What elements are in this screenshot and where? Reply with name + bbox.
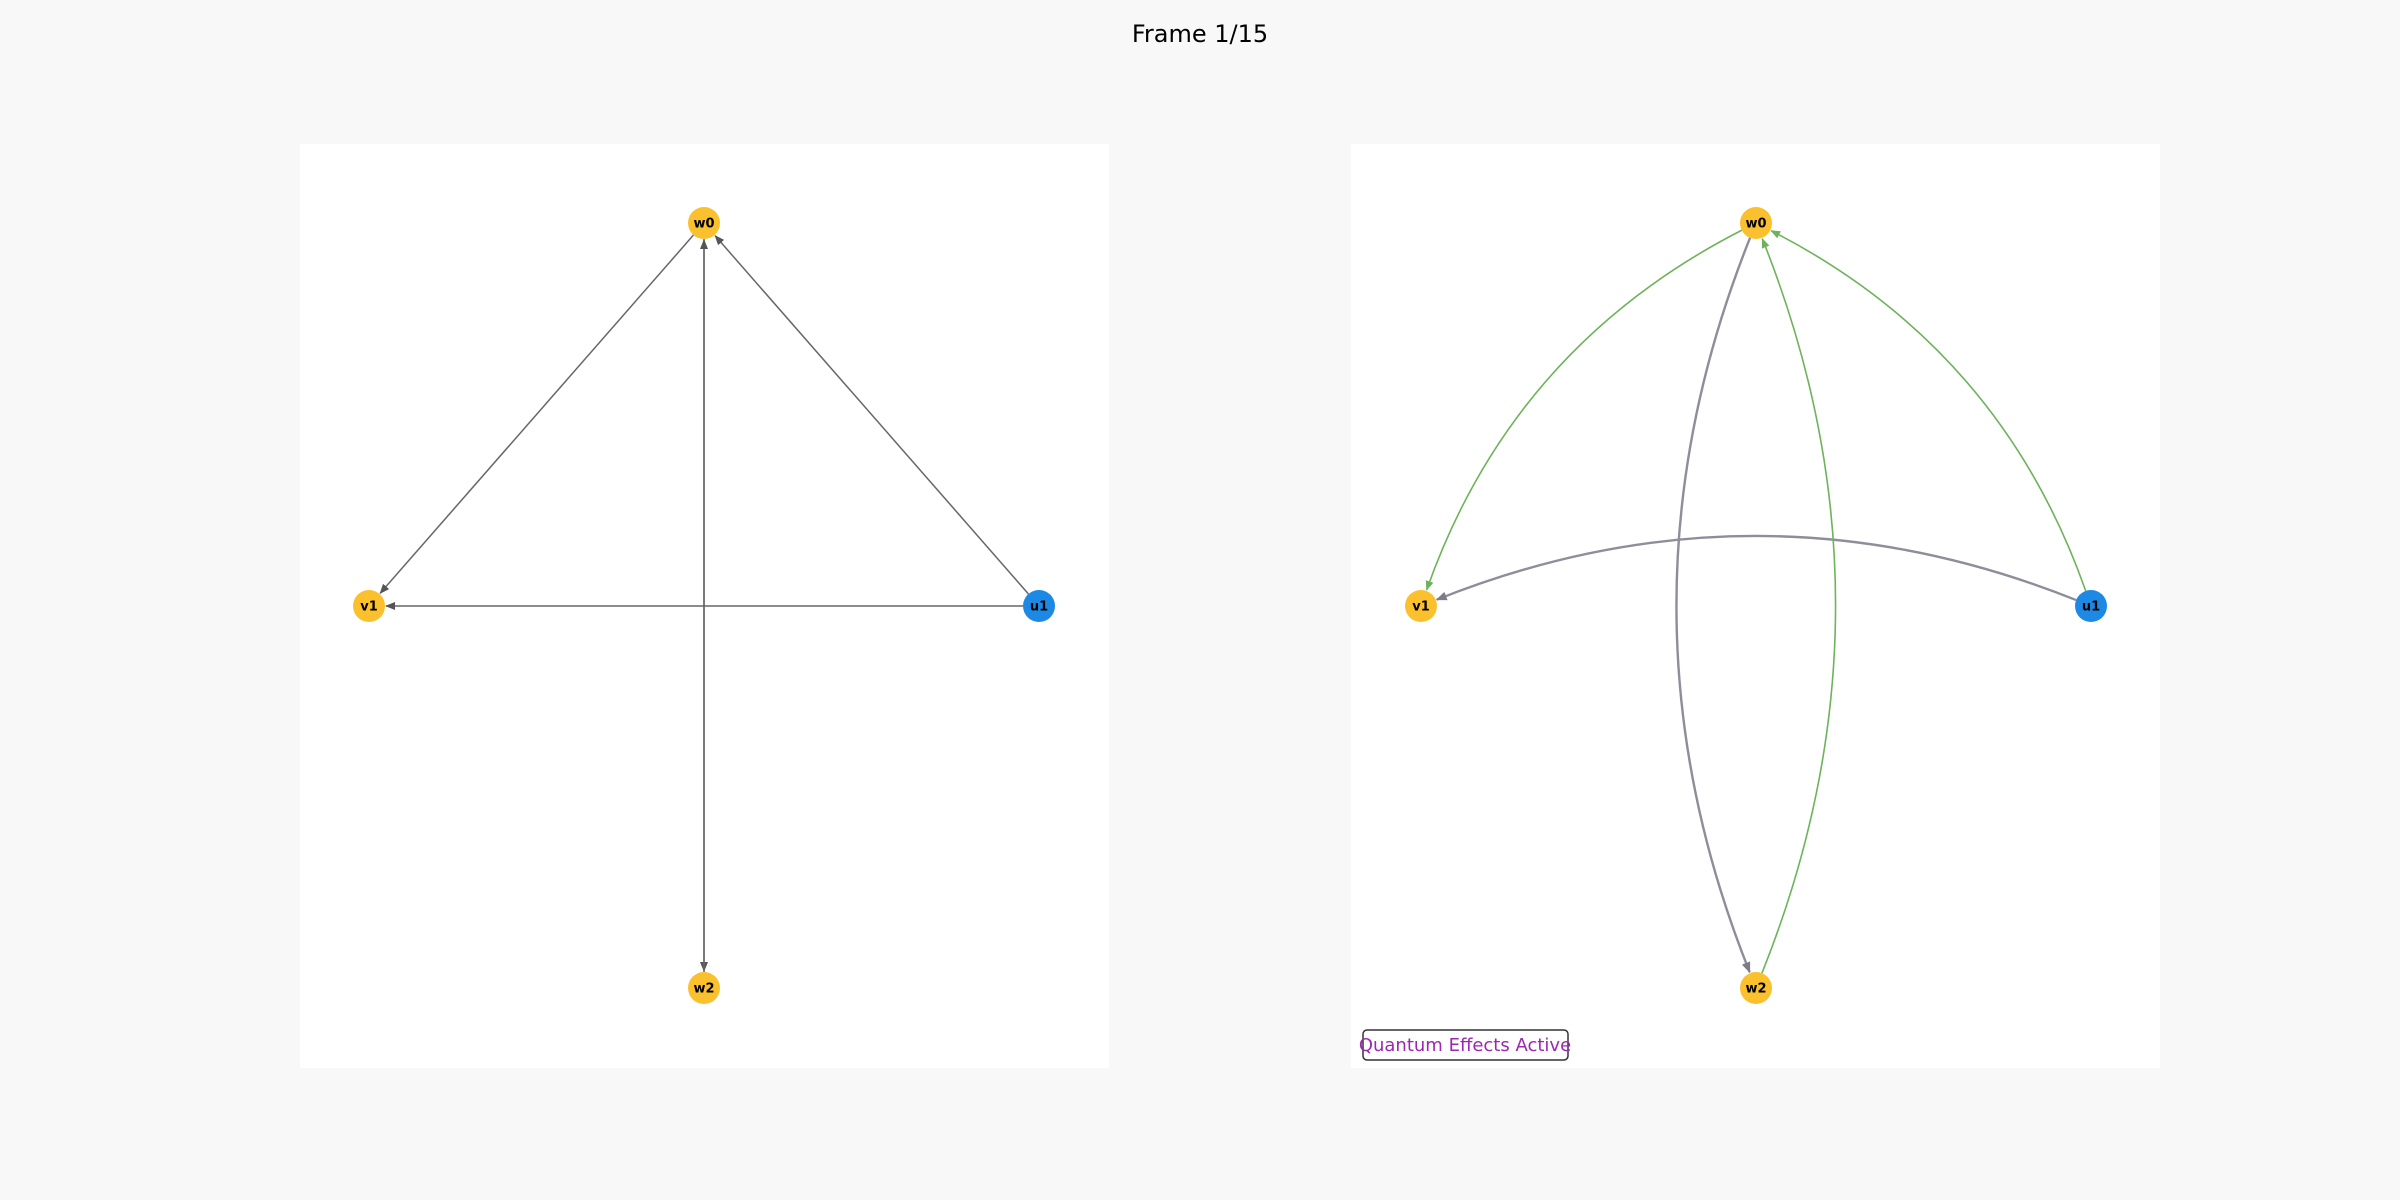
quantum-node-label-v1: v1 (1412, 600, 1430, 615)
classical-node-label-w0: w0 (693, 217, 714, 232)
badge-label: Quantum Effects Active (1359, 1035, 1571, 1056)
quantum-node-label-u1: u1 (2082, 600, 2100, 615)
classical-node-label-v1: v1 (360, 600, 378, 615)
quantum-node-label-w0: w0 (1745, 217, 1766, 232)
frame-title: Frame 1/15 (1132, 20, 1268, 48)
quantum-effects-badge: Quantum Effects Active (1359, 1029, 1571, 1061)
quantum-node-label-w2: w2 (1745, 982, 1766, 997)
classical-node-label-w2: w2 (693, 982, 714, 997)
classical-node-label-u1: u1 (1030, 600, 1048, 615)
quantum-graph-panel (1351, 144, 2160, 1068)
diagram-canvas: Frame 1/15 w0 v1 u1 w2 w0 v1 u1 w2 Quantum Eff… (300, 20, 2160, 1068)
